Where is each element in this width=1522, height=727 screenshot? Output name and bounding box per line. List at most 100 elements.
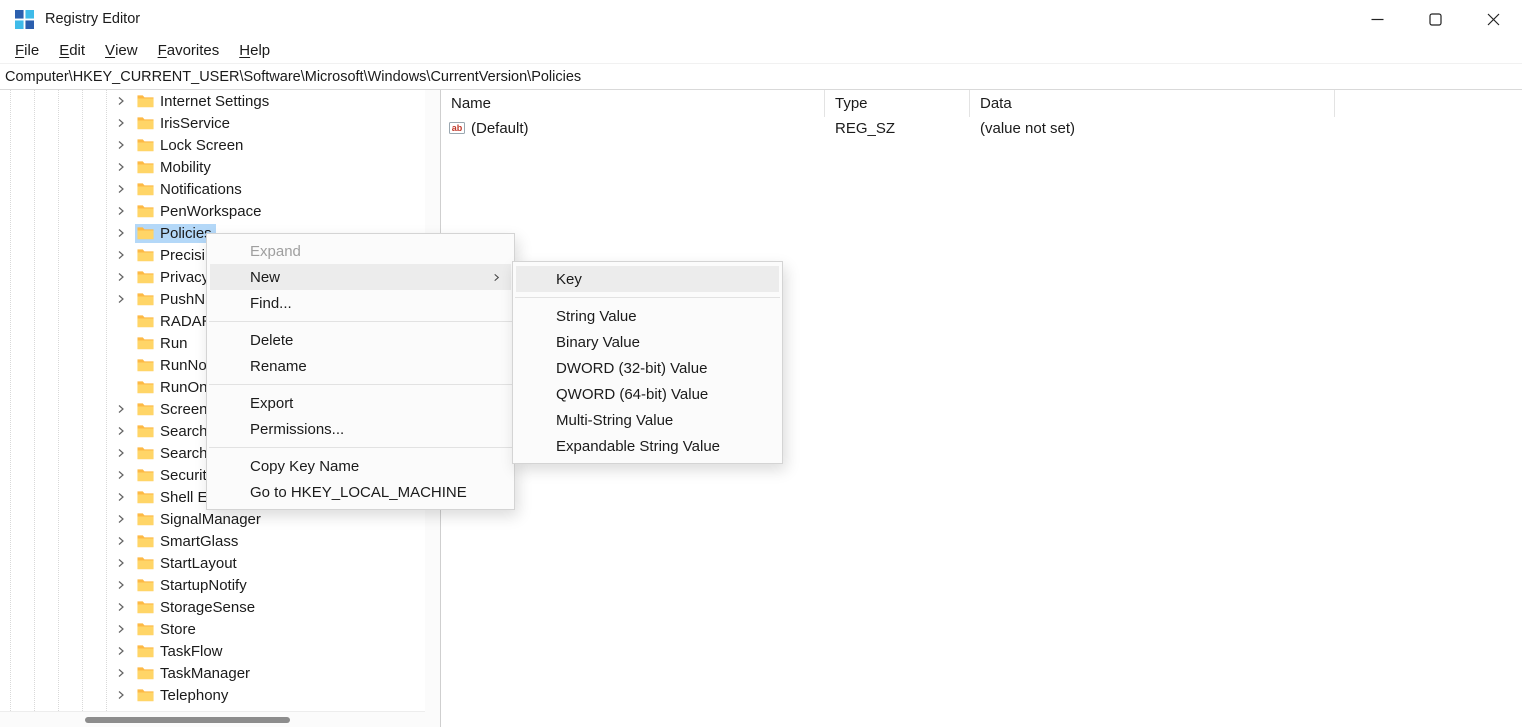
tree-item-mobility[interactable]: Mobility	[0, 156, 425, 178]
folder-icon	[137, 336, 154, 350]
tree-item-label: SignalManager	[160, 511, 261, 528]
chevron-right-icon[interactable]	[116, 470, 126, 480]
chevron-right-icon[interactable]	[116, 184, 126, 194]
new-submenu-item-dword-32-bit-value[interactable]: DWORD (32-bit) Value	[516, 355, 779, 381]
chevron-right-icon[interactable]	[116, 580, 126, 590]
chevron-right-icon[interactable]	[116, 206, 126, 216]
folder-icon	[137, 94, 154, 108]
tree-item-storagesense[interactable]: StorageSense	[0, 596, 425, 618]
tree-item-label: RunNo	[160, 357, 207, 374]
tree-item-signalmanager[interactable]: SignalManager	[0, 508, 425, 530]
chevron-right-icon[interactable]	[116, 536, 126, 546]
chevron-right-icon[interactable]	[116, 140, 126, 150]
folder-icon	[137, 622, 154, 636]
chevron-right-icon[interactable]	[116, 228, 126, 238]
chevron-right-icon[interactable]	[116, 668, 126, 678]
value-row-default[interactable]: ab(Default)REG_SZ(value not set)	[441, 117, 1522, 139]
tree-item-label: Securit	[160, 467, 207, 484]
menu-item-label: String Value	[556, 308, 637, 325]
menu-help[interactable]: Help	[229, 39, 280, 63]
tree-item-internet-settings[interactable]: Internet Settings	[0, 90, 425, 112]
registry-editor-app-icon[interactable]	[15, 10, 34, 29]
address-bar[interactable]: Computer\HKEY_CURRENT_USER\Software\Micr…	[0, 64, 1522, 90]
chevron-right-icon[interactable]	[116, 558, 126, 568]
context-menu-item-permissions[interactable]: Permissions...	[210, 416, 511, 442]
context-menu-item-new[interactable]: New	[210, 264, 511, 290]
folder-icon	[137, 688, 154, 702]
context-menu-item-copy-key-name[interactable]: Copy Key Name	[210, 453, 511, 479]
tree-item-taskmanager[interactable]: TaskManager	[0, 662, 425, 684]
svg-text:ab: ab	[452, 123, 463, 133]
value-name-cell: ab(Default)	[441, 120, 825, 137]
folder-icon	[137, 556, 154, 570]
context-menu-item-go-to-hkey-local-machine[interactable]: Go to HKEY_LOCAL_MACHINE	[210, 479, 511, 505]
minimize-icon	[1371, 13, 1384, 26]
menu-item-label: QWORD (64-bit) Value	[556, 386, 708, 403]
new-submenu-item-expandable-string-value[interactable]: Expandable String Value	[516, 433, 779, 459]
column-header-data[interactable]: Data	[970, 90, 1335, 117]
tree-item-label: SmartGlass	[160, 533, 238, 550]
tree-item-telephony[interactable]: Telephony	[0, 684, 425, 706]
menu-view[interactable]: View	[95, 39, 148, 63]
chevron-right-icon[interactable]	[116, 404, 126, 414]
column-header-name[interactable]: Name	[441, 90, 825, 117]
tree-item-lock-screen[interactable]: Lock Screen	[0, 134, 425, 156]
chevron-right-icon[interactable]	[116, 514, 126, 524]
folder-icon	[137, 270, 154, 284]
menu-item-label: Delete	[250, 332, 293, 349]
menu-item-label: Copy Key Name	[250, 458, 359, 475]
chevron-right-icon[interactable]	[116, 250, 126, 260]
chevron-right-icon[interactable]	[116, 602, 126, 612]
tree-item-smartglass[interactable]: SmartGlass	[0, 530, 425, 552]
chevron-right-icon[interactable]	[116, 492, 126, 502]
chevron-right-icon[interactable]	[116, 624, 126, 634]
horizontal-scrollbar-thumb[interactable]	[85, 717, 290, 723]
tree-item-penworkspace[interactable]: PenWorkspace	[0, 200, 425, 222]
tree-item-label: Internet Settings	[160, 93, 269, 110]
tree-item-startlayout[interactable]: StartLayout	[0, 552, 425, 574]
context-menu-item-rename[interactable]: Rename	[210, 353, 511, 379]
new-submenu-item-key[interactable]: Key	[516, 266, 779, 292]
column-header-type[interactable]: Type	[825, 90, 970, 117]
folder-icon	[137, 182, 154, 196]
menu-favorites[interactable]: Favorites	[148, 39, 230, 63]
value-rows: ab(Default)REG_SZ(value not set)	[441, 117, 1522, 139]
new-submenu-item-qword-64-bit-value[interactable]: QWORD (64-bit) Value	[516, 381, 779, 407]
tree-item-startupnotify[interactable]: StartupNotify	[0, 574, 425, 596]
chevron-right-icon[interactable]	[116, 162, 126, 172]
close-button[interactable]	[1464, 0, 1522, 38]
menu-file[interactable]: File	[5, 39, 49, 63]
new-submenu-item-multi-string-value[interactable]: Multi-String Value	[516, 407, 779, 433]
context-menu-item-delete[interactable]: Delete	[210, 327, 511, 353]
tree-item-taskflow[interactable]: TaskFlow	[0, 640, 425, 662]
new-submenu-item-binary-value[interactable]: Binary Value	[516, 329, 779, 355]
context-menu-item-find[interactable]: Find...	[210, 290, 511, 316]
new-submenu-item-string-value[interactable]: String Value	[516, 303, 779, 329]
chevron-right-icon[interactable]	[116, 448, 126, 458]
horizontal-scrollbar[interactable]	[0, 711, 425, 727]
maximize-button[interactable]	[1406, 0, 1464, 38]
tree-item-store[interactable]: Store	[0, 618, 425, 640]
folder-icon	[137, 160, 154, 174]
chevron-right-icon[interactable]	[116, 272, 126, 282]
tree-item-irisservice[interactable]: IrisService	[0, 112, 425, 134]
chevron-right-icon[interactable]	[116, 118, 126, 128]
chevron-right-icon[interactable]	[116, 426, 126, 436]
tree-item-notifications[interactable]: Notifications	[0, 178, 425, 200]
minimize-button[interactable]	[1348, 0, 1406, 38]
chevron-right-icon[interactable]	[116, 294, 126, 304]
window-title: Registry Editor	[45, 11, 140, 27]
chevron-right-icon[interactable]	[116, 646, 126, 656]
folder-icon	[137, 402, 154, 416]
chevron-right-icon[interactable]	[116, 96, 126, 106]
menu-item-label: Permissions...	[250, 421, 344, 438]
tree-item-label: Policies	[160, 225, 212, 242]
menu-item-label: Key	[556, 271, 582, 288]
chevron-right-icon[interactable]	[116, 690, 126, 700]
tree-item-label: RADAR	[160, 313, 213, 330]
menu-bar: FileEditViewFavoritesHelp	[0, 38, 1522, 64]
context-menu-item-export[interactable]: Export	[210, 390, 511, 416]
tree-item-label: Mobility	[160, 159, 211, 176]
menu-edit[interactable]: Edit	[49, 39, 95, 63]
folder-icon	[137, 314, 154, 328]
